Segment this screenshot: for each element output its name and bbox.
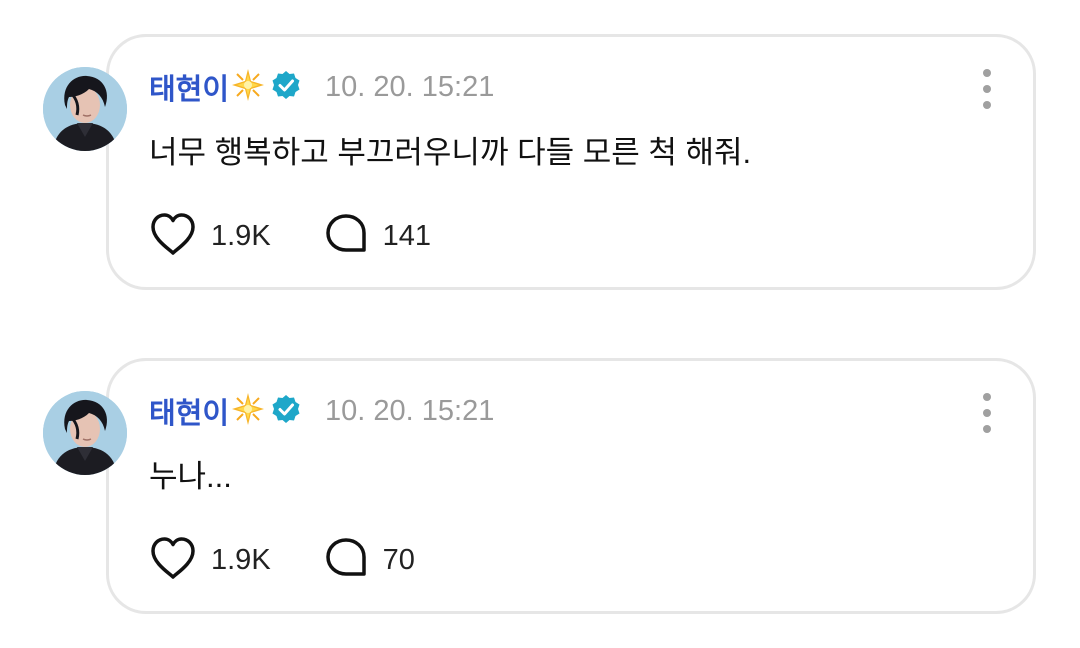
author-name[interactable]: 태현이 xyxy=(149,390,229,432)
post-actions: 1.9K 141 xyxy=(149,212,431,261)
post-header: 태현이 10. 20. 15:21 xyxy=(149,67,494,107)
like-button[interactable]: 1.9K xyxy=(149,212,271,261)
comment-button[interactable]: 70 xyxy=(323,536,415,585)
like-count: 1.9K xyxy=(211,219,271,252)
more-vertical-icon xyxy=(983,69,991,77)
timestamp: 10. 20. 15:21 xyxy=(325,70,495,103)
like-button[interactable]: 1.9K xyxy=(149,536,271,585)
comment-count: 141 xyxy=(382,219,432,252)
like-count: 1.9K xyxy=(211,543,271,576)
timestamp: 10. 20. 15:21 xyxy=(325,394,495,427)
more-options-button[interactable] xyxy=(977,393,997,433)
verified-icon xyxy=(271,394,301,429)
comment-bubble-icon xyxy=(323,212,369,261)
more-options-button[interactable] xyxy=(977,69,997,109)
verified-icon xyxy=(271,70,301,105)
more-vertical-icon xyxy=(983,393,991,401)
post-card[interactable]: 태현이 10. 20. 15:21 너무 행복하고 부끄러우니까 다들 모른 척… xyxy=(43,34,1036,290)
sparkle-icon xyxy=(231,68,265,107)
feed: 태현이 10. 20. 15:21 너무 행복하고 부끄러우니까 다들 모른 척… xyxy=(0,0,1080,648)
post-header: 태현이 10. 20. 15:21 xyxy=(149,391,494,431)
avatar[interactable] xyxy=(43,391,127,475)
post-card[interactable]: 태현이 10. 20. 15:21 누나... 1.9K 70 xyxy=(43,358,1036,614)
heart-icon xyxy=(149,536,197,585)
comment-button[interactable]: 141 xyxy=(323,212,431,261)
avatar[interactable] xyxy=(43,67,127,151)
comment-count: 70 xyxy=(382,543,415,576)
author-name[interactable]: 태현이 xyxy=(149,66,229,108)
post-text: 누나... xyxy=(149,459,232,494)
post-actions: 1.9K 70 xyxy=(149,536,415,585)
post-text: 너무 행복하고 부끄러우니까 다들 모른 척 해줘. xyxy=(149,135,752,170)
heart-icon xyxy=(149,212,197,261)
sparkle-icon xyxy=(231,392,265,431)
comment-bubble-icon xyxy=(323,536,369,585)
